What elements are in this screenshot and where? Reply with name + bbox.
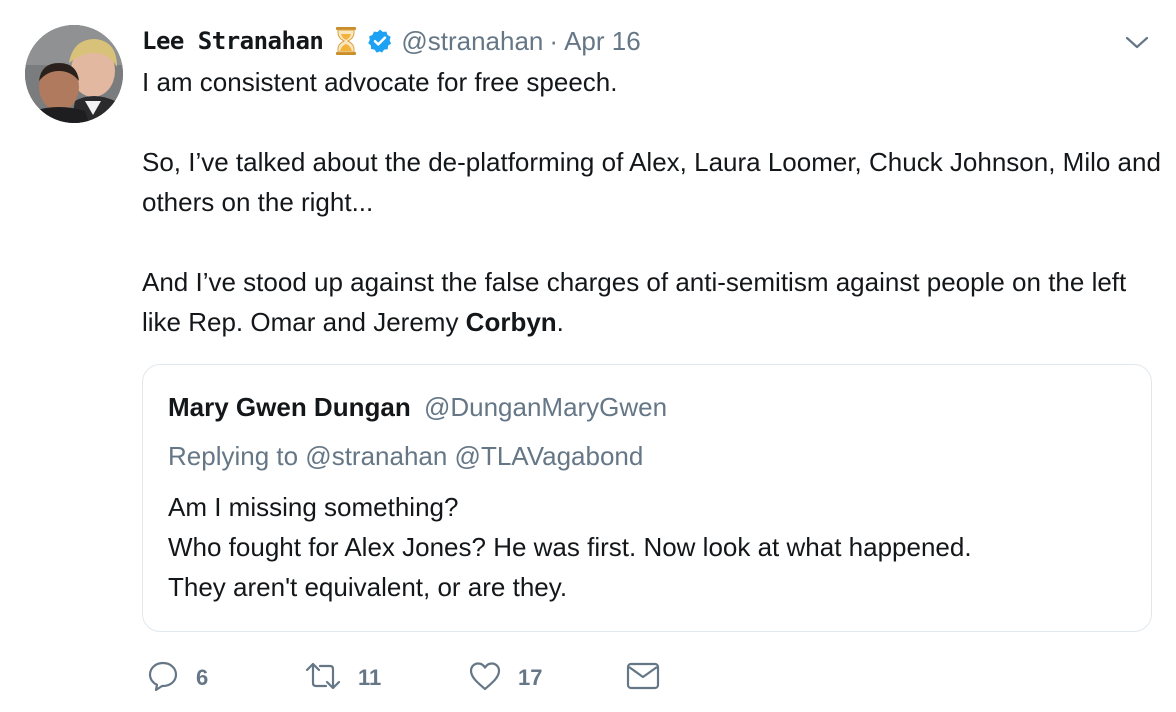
verified-badge-icon <box>367 28 393 54</box>
reply-icon <box>146 659 180 698</box>
chevron-down-icon[interactable] <box>1124 31 1150 53</box>
quoted-replying-to: Replying to @stranahan @TLAVagabond <box>168 441 644 471</box>
quoted-tweet-text: Am I missing something? Who fought for A… <box>168 487 972 607</box>
tweet-text-segment: . <box>556 307 564 337</box>
retweet-count: 11 <box>358 665 382 690</box>
envelope-icon <box>626 661 660 696</box>
author-display-name[interactable]: Lee Stranahan <box>142 27 324 55</box>
author-handle[interactable]: @stranahan <box>401 26 543 57</box>
tweet-date[interactable]: Apr 16 <box>564 26 641 57</box>
quoted-tweet[interactable]: Mary Gwen Dungan @DunganMaryGwen Replyin… <box>142 364 1152 632</box>
header-separator: · <box>549 25 559 56</box>
tweet-text-paragraph: So, I’ve talked about the de-platforming… <box>142 147 1161 217</box>
quoted-text-line: Am I missing something? <box>168 492 459 522</box>
avatar[interactable] <box>25 25 123 123</box>
tweet-text-paragraph: And I’ve stood up against the false char… <box>142 262 1162 342</box>
like-button[interactable]: 17 <box>468 660 542 696</box>
quoted-text-line: They aren't equivalent, or are they. <box>168 572 568 602</box>
hourglass-icon <box>335 26 357 56</box>
heart-icon <box>468 659 502 698</box>
avatar-image <box>25 25 123 123</box>
direct-message-button[interactable] <box>626 660 660 696</box>
quoted-author-handle: @DunganMaryGwen <box>423 392 668 422</box>
tweet: Lee Stranahan @stranahan · Apr 16 I am c… <box>0 0 1176 712</box>
tweet-text: I am consistent advocate for free speech… <box>142 62 1162 342</box>
retweet-icon <box>304 659 342 698</box>
tweet-text-line: I am consistent advocate for free speech… <box>142 67 618 97</box>
quoted-tweet-header: Mary Gwen Dungan @DunganMaryGwen <box>168 392 667 423</box>
reply-button[interactable]: 6 <box>146 660 208 696</box>
reply-count: 6 <box>196 665 209 690</box>
quoted-author-name: Mary Gwen Dungan <box>168 392 411 422</box>
tweet-text-segment: And I’ve stood up against the false char… <box>142 267 1127 337</box>
tweet-text-bold: Corbyn <box>465 307 557 337</box>
like-count: 17 <box>518 665 543 690</box>
tweet-actions: 6 11 17 <box>146 660 706 696</box>
quoted-text-line: Who fought for Alex Jones? He was first.… <box>168 532 972 562</box>
tweet-header: Lee Stranahan @stranahan · Apr 16 <box>142 24 641 58</box>
retweet-button[interactable]: 11 <box>304 660 381 696</box>
